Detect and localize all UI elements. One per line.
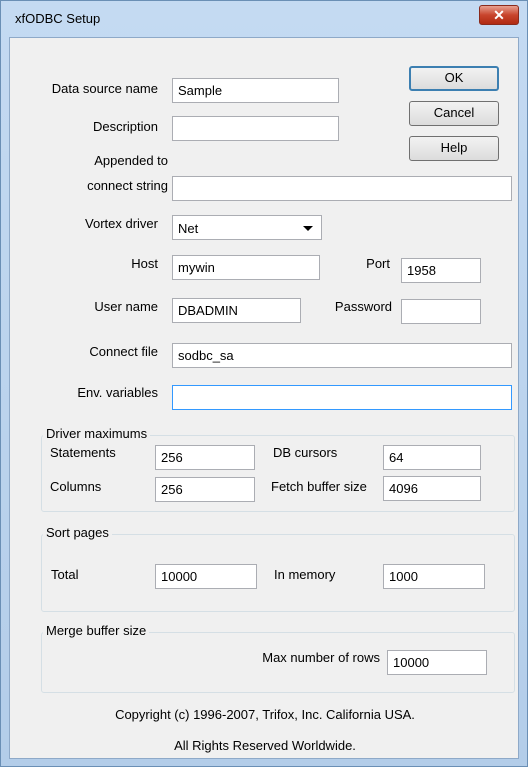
host-input[interactable]: mywin	[172, 255, 320, 280]
db-cursors-input[interactable]: 64	[383, 445, 481, 470]
driver-maximums-title: Driver maximums	[43, 426, 151, 441]
dialog-client-area: OK Cancel Help Data source name Sample D…	[9, 37, 519, 759]
copyright-text: Copyright (c) 1996-2007, Trifox, Inc. Ca…	[115, 707, 415, 722]
vortex-driver-select[interactable]: Net	[172, 215, 322, 240]
in-memory-label: In memory	[274, 567, 336, 582]
merge-buffer-size-title: Merge buffer size	[43, 623, 150, 638]
fetch-buffer-size-label: Fetch buffer size	[271, 479, 367, 494]
total-label: Total	[51, 567, 79, 582]
appended-connect-string-input[interactable]	[172, 176, 512, 201]
user-name-label: User name	[94, 299, 158, 314]
port-label: Port	[366, 256, 390, 271]
rights-text: All Rights Reserved Worldwide.	[174, 738, 356, 753]
cancel-button[interactable]: Cancel	[409, 101, 499, 126]
help-button[interactable]: Help	[409, 136, 499, 161]
connect-file-label: Connect file	[89, 344, 158, 359]
chevron-down-icon	[303, 226, 313, 231]
ok-button[interactable]: OK	[409, 66, 499, 91]
env-variables-input[interactable]	[172, 385, 512, 410]
vortex-driver-label: Vortex driver	[85, 216, 158, 231]
env-variables-label: Env. variables	[77, 385, 158, 400]
max-number-of-rows-input[interactable]: 10000	[387, 650, 487, 675]
password-input[interactable]	[401, 299, 481, 324]
columns-input[interactable]: 256	[155, 477, 255, 502]
password-label: Password	[334, 299, 392, 314]
data-source-name-input[interactable]: Sample	[172, 78, 339, 103]
fetch-buffer-size-input[interactable]: 4096	[383, 476, 481, 501]
close-button[interactable]: ✕	[479, 5, 519, 25]
port-input[interactable]: 1958	[401, 258, 481, 283]
window-title: xfODBC Setup	[15, 11, 101, 26]
sort-pages-title: Sort pages	[43, 525, 112, 540]
connect-file-input[interactable]: sodbc_sa	[172, 343, 512, 368]
total-input[interactable]: 10000	[155, 564, 257, 589]
appended-label-line1: Appended to	[94, 153, 168, 168]
vortex-driver-value: Net	[178, 221, 199, 236]
columns-label: Columns	[50, 479, 102, 494]
description-input[interactable]	[172, 116, 339, 141]
db-cursors-label: DB cursors	[273, 445, 338, 460]
user-name-input[interactable]: DBADMIN	[172, 298, 301, 323]
max-number-of-rows-label: Max number of rows	[262, 650, 380, 665]
description-label: Description	[92, 119, 158, 134]
close-icon: ✕	[493, 7, 505, 23]
setup-dialog-window: xfODBC Setup ✕ OK Cancel Help Data sourc…	[0, 0, 528, 767]
title-bar[interactable]: xfODBC Setup ✕	[1, 1, 527, 37]
appended-label-line2: connect string	[87, 178, 168, 193]
host-label: Host	[131, 256, 158, 271]
data-source-name-label: Data source name	[51, 81, 158, 96]
statements-label: Statements	[50, 445, 116, 460]
statements-input[interactable]: 256	[155, 445, 255, 470]
in-memory-input[interactable]: 1000	[383, 564, 485, 589]
